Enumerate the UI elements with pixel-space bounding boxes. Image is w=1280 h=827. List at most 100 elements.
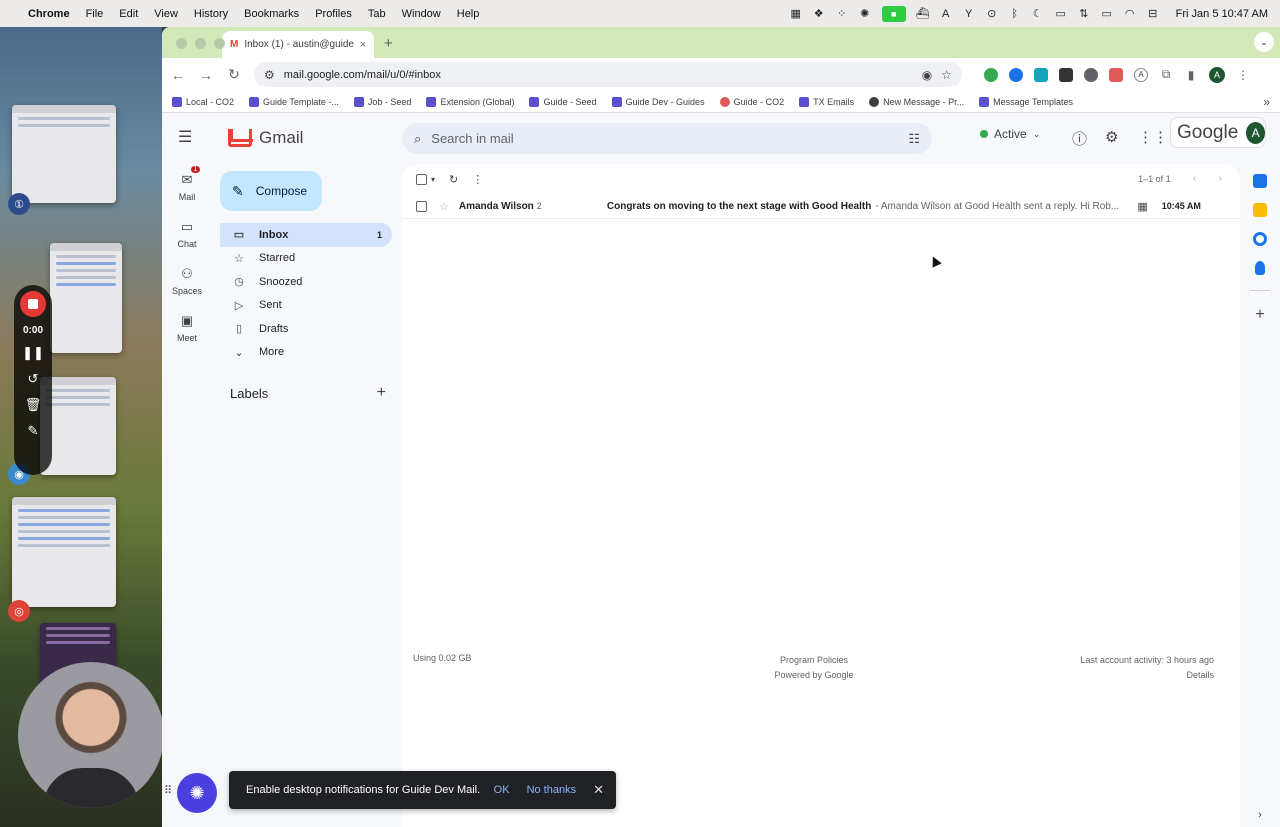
next-page-icon[interactable]: ›: [1218, 173, 1222, 185]
window-thumbnail[interactable]: [12, 497, 116, 607]
toast-ok-button[interactable]: OK: [494, 784, 510, 796]
dots-icon[interactable]: ⁘: [836, 8, 848, 20]
profile-avatar[interactable]: A: [1209, 66, 1225, 83]
font-icon[interactable]: A: [940, 8, 952, 20]
side-panel-icon[interactable]: ▮: [1184, 67, 1198, 82]
extension-icon[interactable]: [984, 67, 998, 82]
google-account-button[interactable]: Google A: [1170, 117, 1266, 148]
password-manager-icon[interactable]: ①: [8, 193, 30, 215]
sidebar-item-snoozed[interactable]: ◷ Snoozed: [220, 270, 392, 294]
keep-app-icon[interactable]: [1253, 203, 1267, 217]
email-checkbox[interactable]: [416, 200, 427, 212]
details-link[interactable]: Details: [1080, 668, 1214, 683]
forward-icon[interactable]: →: [198, 67, 214, 83]
bookmark-item[interactable]: Message Templates: [979, 96, 1073, 107]
close-window-button[interactable]: [176, 38, 187, 49]
wifi-icon[interactable]: ◠: [1124, 8, 1136, 20]
dropbox-icon[interactable]: ❖: [813, 8, 825, 20]
menu-file[interactable]: File: [86, 8, 104, 20]
bookmark-item[interactable]: Extension (Global): [426, 96, 514, 107]
menu-window[interactable]: Window: [402, 8, 441, 20]
email-row[interactable]: ☆ Amanda Wilson 2 Congrats on moving to t…: [402, 194, 1240, 219]
sidebar-item-sent[interactable]: ▷ Sent: [220, 294, 392, 318]
moon-icon[interactable]: ☾: [1032, 8, 1044, 20]
sidebar-item-more[interactable]: ⌄ More: [220, 341, 392, 365]
menu-history[interactable]: History: [194, 8, 228, 20]
minimize-window-button[interactable]: [195, 38, 206, 49]
window-thumbnail[interactable]: [12, 105, 116, 203]
search-input[interactable]: Search in mail: [431, 131, 898, 146]
play-circle-icon[interactable]: ⊙: [986, 8, 998, 20]
battery-icon[interactable]: ▭: [1101, 8, 1113, 20]
extension-icon[interactable]: [1009, 67, 1023, 82]
extension-icon[interactable]: [1084, 67, 1098, 82]
extension-icon[interactable]: [1059, 67, 1073, 82]
back-icon[interactable]: ←: [170, 67, 186, 83]
prev-page-icon[interactable]: ‹: [1193, 173, 1197, 185]
apps-grid-icon[interactable]: ⋮⋮: [1138, 128, 1168, 146]
trash-icon[interactable]: 🗑: [25, 396, 42, 414]
tab-inbox[interactable]: M Inbox (1) - austin@guideco.d ×: [222, 31, 374, 58]
display-icon[interactable]: ▭: [1055, 8, 1067, 20]
rail-chat[interactable]: ▭ Chat: [162, 211, 212, 258]
pause-icon[interactable]: ❚❚: [22, 344, 44, 362]
close-tab-icon[interactable]: ×: [360, 39, 366, 51]
more-actions-icon[interactable]: ⋮: [472, 173, 483, 186]
bluetooth-icon[interactable]: ᛒ: [1009, 8, 1021, 20]
email-star-icon[interactable]: ☆: [439, 200, 449, 213]
network-icon[interactable]: ⇅: [1078, 8, 1090, 20]
stop-recording-button[interactable]: [20, 291, 46, 317]
bookmarks-overflow-icon[interactable]: »: [1263, 95, 1270, 109]
restart-icon[interactable]: ↺: [28, 370, 39, 388]
extension-icon[interactable]: [1034, 67, 1048, 82]
bookmark-star-icon[interactable]: ☆: [941, 68, 952, 82]
extension-icon[interactable]: [1109, 67, 1123, 82]
filter-options-icon[interactable]: ☷: [908, 131, 920, 147]
chrome-icon[interactable]: ◎: [8, 600, 30, 622]
fork-icon[interactable]: Y: [963, 8, 975, 20]
maximize-window-button[interactable]: [214, 38, 225, 49]
refresh-icon[interactable]: ↻: [449, 173, 458, 186]
program-policies-link[interactable]: Program Policies: [752, 653, 876, 668]
puzzle-icon[interactable]: ⧉: [1159, 67, 1173, 82]
sidebar-item-starred[interactable]: ☆ Starred: [220, 247, 392, 271]
gear-status-icon[interactable]: ✺: [859, 8, 871, 20]
status-selector[interactable]: Active ⌄: [980, 127, 1040, 141]
window-thumbnail[interactable]: [50, 243, 122, 353]
video-record-icon[interactable]: ■: [881, 5, 906, 22]
sidebar-item-drafts[interactable]: ▯ Drafts: [220, 317, 392, 341]
bookmark-item[interactable]: Job - Seed: [353, 96, 411, 107]
address-bar[interactable]: ⚙ mail.google.com/mail/u/0/#inbox ◉ ☆: [254, 62, 962, 87]
extension-icon[interactable]: A: [1134, 67, 1148, 82]
contacts-app-icon[interactable]: [1255, 261, 1265, 275]
status-app-icon[interactable]: ▦: [790, 8, 802, 20]
tasks-app-icon[interactable]: [1253, 232, 1267, 246]
get-addons-icon[interactable]: +: [1255, 306, 1264, 324]
help-icon[interactable]: ⓘ: [1072, 128, 1087, 149]
bookmark-item[interactable]: TX Emails: [799, 96, 854, 107]
new-tab-button[interactable]: +: [384, 35, 393, 52]
select-dropdown-icon[interactable]: ▾: [431, 175, 435, 184]
boat-icon[interactable]: ⛴: [916, 8, 930, 20]
pen-icon[interactable]: ✎: [28, 422, 39, 440]
menu-edit[interactable]: Edit: [119, 8, 138, 20]
rail-meet[interactable]: ▣ Meet: [162, 305, 212, 352]
control-center-icon[interactable]: ⊟: [1147, 8, 1159, 20]
bookmark-item[interactable]: New Message - Pr...: [869, 96, 964, 107]
bookmark-item[interactable]: Guide - Seed: [529, 96, 597, 107]
bookmark-item[interactable]: Guide Template -...: [249, 96, 339, 107]
gmail-logo[interactable]: Gmail: [228, 128, 303, 148]
site-info-icon[interactable]: ⚙: [264, 68, 275, 82]
bookmark-item[interactable]: Local - CO2: [172, 96, 234, 107]
compose-button[interactable]: ✎ Compose: [220, 171, 322, 211]
close-icon[interactable]: ✕: [593, 782, 604, 798]
hide-side-panel-icon[interactable]: ›: [1258, 809, 1262, 821]
tab-search-icon[interactable]: ⌄: [1254, 32, 1274, 52]
eye-icon[interactable]: ◉: [922, 68, 932, 82]
kebab-menu-icon[interactable]: ⋮: [1236, 67, 1250, 82]
sidebar-item-inbox[interactable]: ▭ Inbox 1: [220, 223, 392, 247]
menu-bookmarks[interactable]: Bookmarks: [244, 8, 299, 20]
toast-no-thanks-button[interactable]: No thanks: [527, 784, 577, 796]
menu-tab[interactable]: Tab: [368, 8, 386, 20]
reload-icon[interactable]: ↻: [226, 66, 242, 83]
